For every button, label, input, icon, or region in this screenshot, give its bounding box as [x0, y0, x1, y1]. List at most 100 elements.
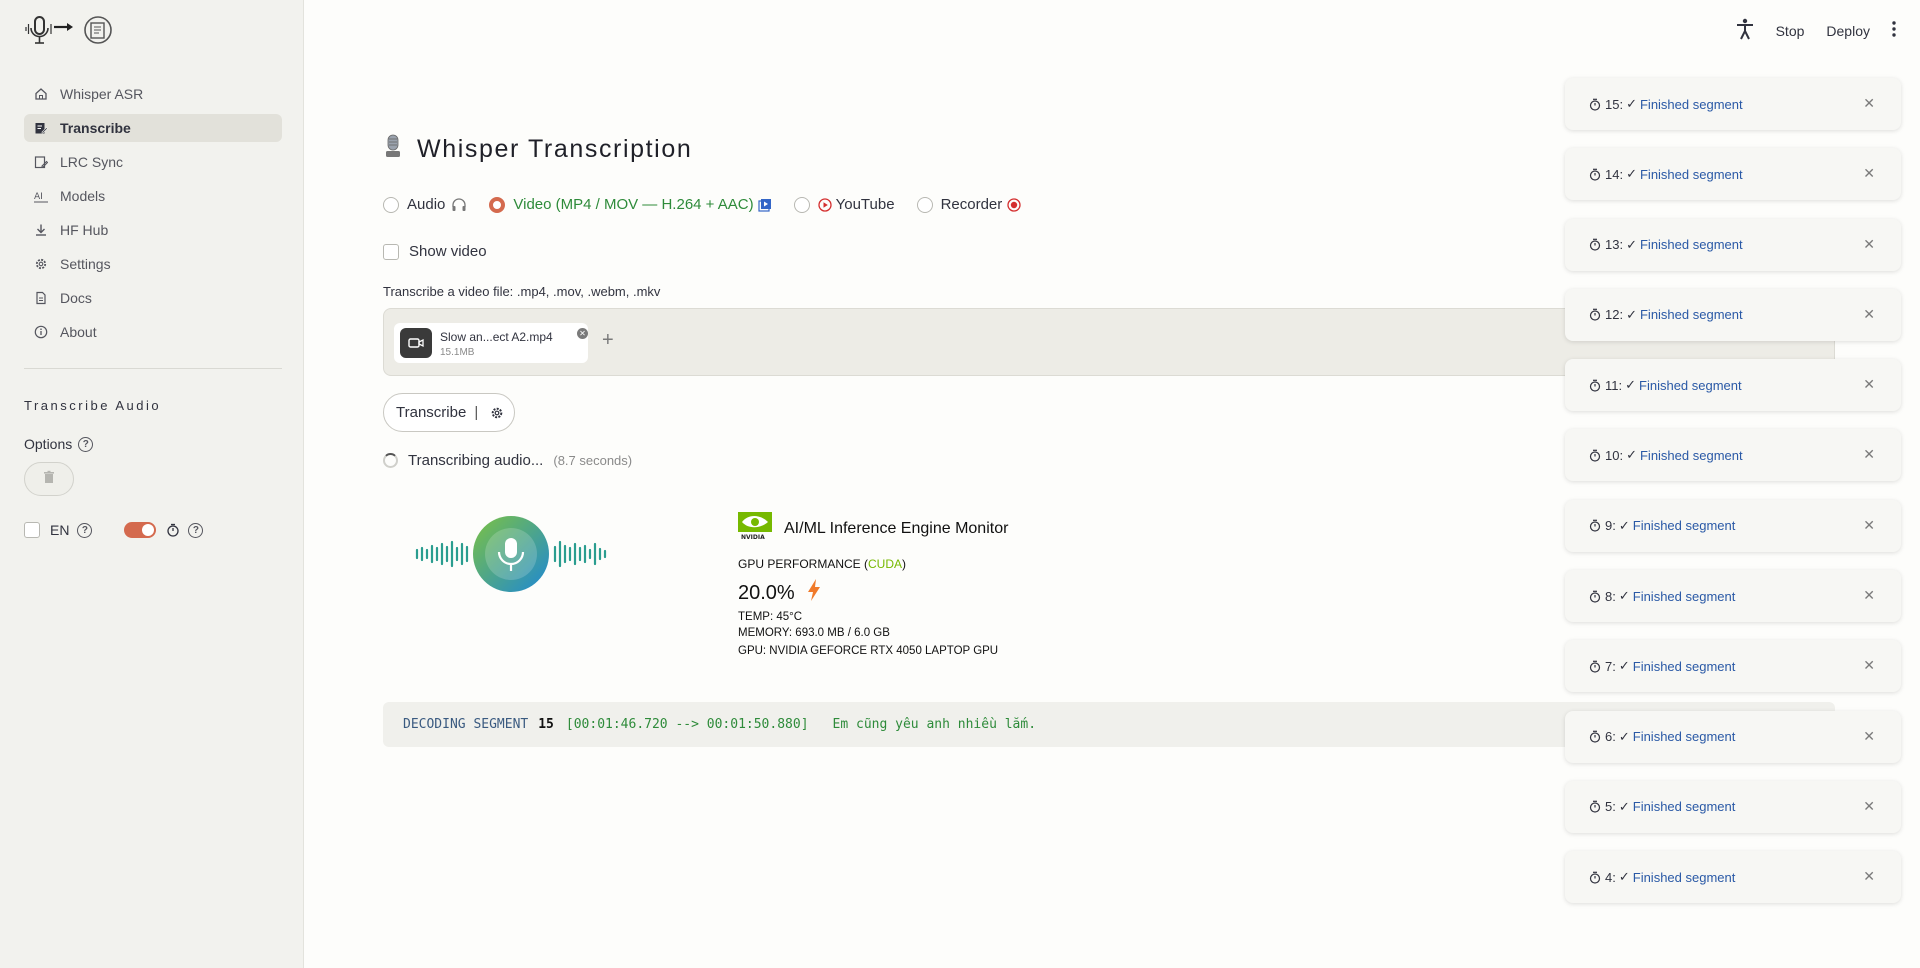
sidebar-item-lrc-sync[interactable]: LRC Sync: [24, 148, 282, 176]
toast-segment-number: 15:: [1605, 96, 1624, 112]
gpu-cuda-label: CUDA: [868, 557, 903, 571]
toast-message: Finished segment: [1632, 588, 1736, 604]
trash-icon: [42, 470, 56, 489]
sidebar-item-transcribe[interactable]: Transcribe: [24, 114, 282, 142]
toast-message: Finished segment: [1632, 518, 1736, 534]
sidebar-item-settings[interactable]: Settings: [24, 250, 282, 278]
button-separator: |: [474, 404, 479, 421]
remove-file-icon[interactable]: ✕: [577, 328, 588, 339]
toast-segment-number: 12:: [1605, 307, 1624, 323]
close-icon[interactable]: ✕: [1863, 376, 1875, 393]
close-icon[interactable]: ✕: [1863, 446, 1875, 463]
radio-video[interactable]: Video (MP4 / MOV — H.264 + AAC): [489, 196, 771, 213]
help-icon[interactable]: ?: [188, 522, 204, 538]
radio-audio[interactable]: Audio: [383, 196, 467, 213]
sidebar-item-hf-hub[interactable]: HF Hub: [24, 216, 282, 244]
gear-icon[interactable]: [490, 406, 504, 420]
close-icon[interactable]: ✕: [1863, 165, 1875, 182]
radio-label: Audio: [407, 196, 446, 213]
close-icon[interactable]: ✕: [1863, 868, 1875, 885]
gpu-memory: MEMORY: 693.0 MB / 6.0 GB: [738, 627, 890, 639]
sidebar-section-title: Transcribe Audio: [24, 398, 162, 413]
toast-notification: 10: ✓ Finished segment ✕: [1565, 429, 1901, 482]
gpu-monitor-title: AI/ML Inference Engine Monitor: [784, 519, 1009, 537]
toast-message: Finished segment: [1632, 869, 1736, 885]
home-icon: [34, 87, 48, 101]
toast-segment-number: 7:: [1605, 658, 1616, 674]
close-icon[interactable]: ✕: [1863, 95, 1875, 112]
sidebar-divider: [24, 368, 282, 369]
uploaded-file-chip: Slow an...ect A2.mp4 15.1MB ✕: [394, 323, 588, 363]
show-video-label: Show video: [409, 243, 487, 260]
close-icon[interactable]: ✕: [1863, 728, 1875, 745]
show-video-option[interactable]: Show video: [383, 243, 487, 260]
radio-youtube[interactable]: YouTube: [793, 196, 895, 213]
check-icon: ✓: [1618, 517, 1630, 533]
stopwatch-icon: [166, 523, 180, 537]
stopwatch-icon: [1589, 308, 1601, 321]
help-icon[interactable]: ?: [77, 522, 93, 538]
check-icon: ✓: [1618, 588, 1630, 604]
stopwatch-icon: [1589, 98, 1601, 111]
stopwatch-icon: [1589, 238, 1601, 251]
stopwatch-icon: [1589, 871, 1601, 884]
file-size: 15.1MB: [440, 347, 475, 358]
sync-doc-icon: [34, 155, 48, 169]
close-icon[interactable]: ✕: [1863, 798, 1875, 815]
close-icon[interactable]: ✕: [1863, 587, 1875, 604]
close-icon[interactable]: ✕: [1863, 306, 1875, 323]
language-label: EN: [50, 522, 70, 538]
nvidia-logo-icon: NVIDIA: [738, 512, 772, 545]
check-icon: ✓: [1626, 166, 1637, 182]
toast-notification: 5: ✓ Finished segment ✕: [1565, 780, 1901, 833]
close-icon[interactable]: ✕: [1863, 517, 1875, 534]
title-row: Whisper Transcription: [383, 134, 692, 165]
more-menu-icon[interactable]: [1892, 21, 1896, 40]
stop-button[interactable]: Stop: [1776, 23, 1805, 39]
upload-label: Transcribe a video file: .mp4, .mov, .we…: [383, 284, 661, 299]
radio-dot: [383, 196, 399, 213]
radio-recorder[interactable]: Recorder: [916, 196, 1022, 213]
download-icon: [34, 223, 48, 237]
radio-dot: [916, 196, 933, 213]
sidebar-item-about[interactable]: About: [24, 318, 282, 346]
timestamp-toggle[interactable]: [124, 522, 157, 538]
close-icon[interactable]: ✕: [1863, 657, 1875, 674]
radio-label: Recorder: [940, 196, 1003, 213]
page-title: Whisper Transcription: [417, 135, 693, 163]
sidebar-item-docs[interactable]: Docs: [24, 284, 282, 312]
transcribe-button[interactable]: Transcribe |: [383, 393, 515, 432]
svg-text:AI: AI: [34, 192, 43, 202]
help-icon[interactable]: ?: [78, 436, 94, 452]
loading-spinner-icon: [383, 453, 398, 468]
toast-message: Finished segment: [1639, 307, 1743, 323]
toast-stack: 15: ✓ Finished segment ✕ 14: ✓ Finished segmen…: [1565, 78, 1915, 922]
english-checkbox[interactable]: [24, 522, 40, 538]
radio-label: Video (MP4 / MOV — H.264 + AAC): [513, 196, 754, 213]
headphones-icon: [451, 197, 467, 212]
deploy-button[interactable]: Deploy: [1826, 23, 1870, 39]
sidebar-item-label: Models: [60, 188, 106, 204]
toast-message: Finished segment: [1632, 799, 1736, 815]
file-name: Slow an...ect A2.mp4: [440, 330, 553, 344]
close-icon[interactable]: ✕: [1863, 236, 1875, 253]
check-icon: ✓: [1626, 447, 1637, 463]
video-library-icon: [758, 198, 772, 212]
play-circle-icon: [817, 197, 832, 212]
accessibility-icon[interactable]: [1736, 18, 1754, 43]
sidebar-item-label: Docs: [60, 290, 92, 306]
sidebar-item-label: LRC Sync: [60, 154, 124, 170]
sidebar-item-whisper-asr[interactable]: Whisper ASR: [24, 80, 282, 108]
status-text: Transcribing audio...: [408, 452, 544, 469]
clear-button[interactable]: [24, 462, 74, 496]
check-icon: ✓: [1625, 377, 1637, 393]
gpu-monitor-panel: NVIDIA AI/ML Inference Engine Monitor GP…: [738, 512, 1158, 657]
check-icon: ✓: [1618, 728, 1630, 744]
decode-time-range: [00:01:46.720 --> 00:01:50.880]: [565, 717, 809, 732]
toast-segment-number: 4:: [1605, 869, 1616, 885]
check-icon: ✓: [1626, 96, 1637, 111]
sidebar-item-models[interactable]: AI Models: [24, 182, 282, 210]
show-video-checkbox[interactable]: [383, 243, 399, 260]
add-file-icon[interactable]: +: [602, 329, 614, 352]
stopwatch-icon: [1589, 730, 1601, 743]
